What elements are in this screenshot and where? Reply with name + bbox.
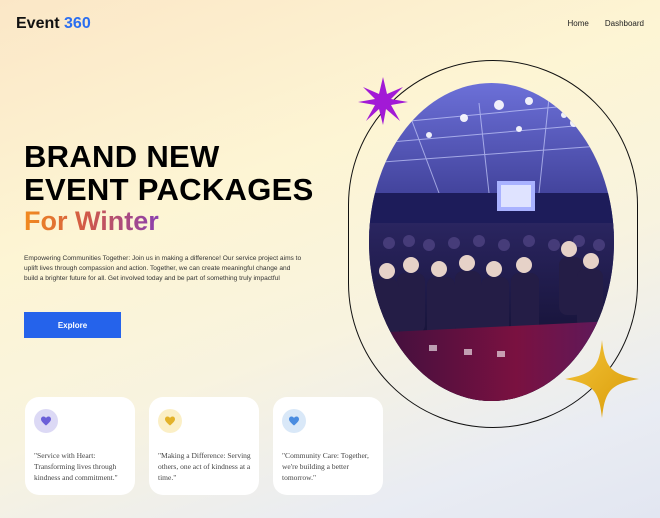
heart-icon	[165, 416, 175, 426]
heart-icon	[289, 416, 299, 426]
explore-button[interactable]: Explore	[24, 312, 121, 338]
hero-title: BRAND NEW EVENT PACKAGES	[24, 140, 314, 206]
feature-card-difference: "Making a Difference: Serving others, on…	[149, 397, 259, 495]
nav-link-home[interactable]: Home	[568, 19, 589, 28]
hero-description: Empowering Communities Together: Join us…	[24, 255, 302, 282]
hero-title-line-1: BRAND NEW	[24, 139, 220, 174]
feature-card-community: "Community Care: Together, we're buildin…	[273, 397, 383, 495]
card-quote: "Community Care: Together, we're buildin…	[282, 451, 369, 482]
nav-link-dashboard[interactable]: Dashboard	[605, 19, 644, 28]
hero-title-line-2: EVENT PACKAGES	[24, 172, 314, 207]
nav-links: Home Dashboard	[568, 19, 644, 28]
purple-star-icon	[358, 77, 408, 125]
top-nav: Event 360 Home Dashboard	[0, 0, 660, 48]
heart-icon	[41, 416, 51, 426]
brand-accent: 360	[64, 15, 91, 32]
feature-card-service: "Service with Heart: Transforming lives …	[25, 397, 135, 495]
hero-subtitle: For Winter	[24, 206, 159, 236]
heart-icon-badge	[34, 409, 58, 433]
heart-icon-badge	[282, 409, 306, 433]
brand-name: Event	[16, 15, 60, 32]
gold-sparkle-icon	[565, 340, 639, 418]
brand-logo[interactable]: Event 360	[16, 15, 91, 33]
card-quote: "Service with Heart: Transforming lives …	[34, 451, 118, 482]
card-quote: "Making a Difference: Serving others, on…	[158, 451, 251, 482]
heart-icon-badge	[158, 409, 182, 433]
